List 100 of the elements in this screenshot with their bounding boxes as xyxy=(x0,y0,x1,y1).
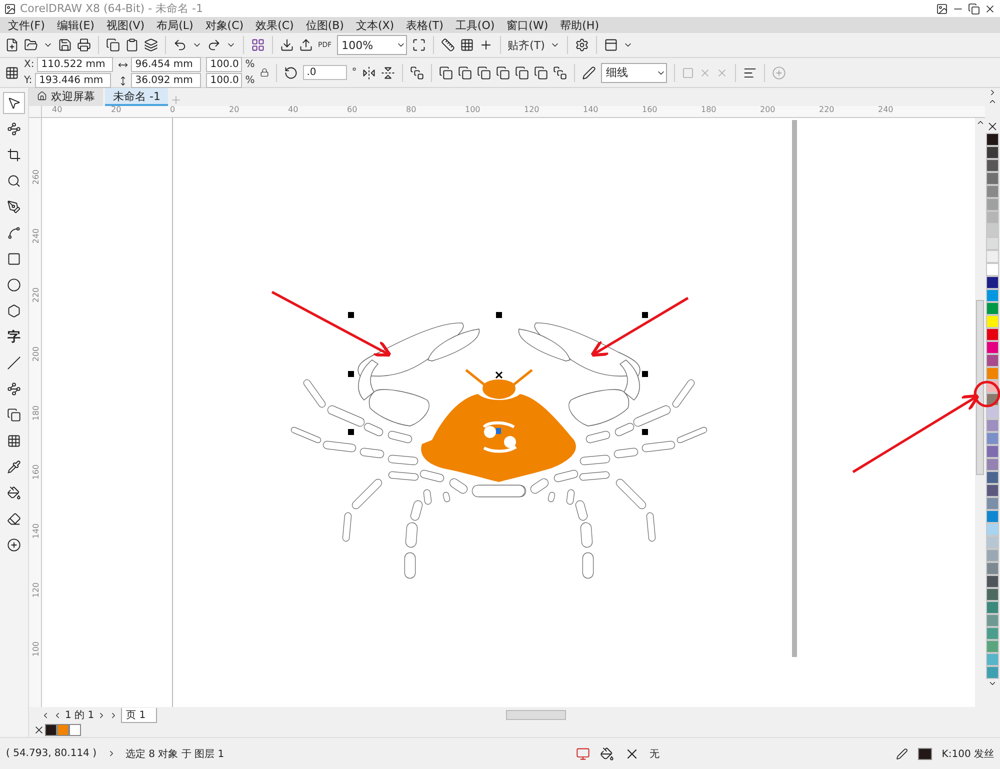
color-swatch[interactable] xyxy=(986,432,999,445)
color-swatch[interactable] xyxy=(986,627,999,640)
menu-item[interactable]: 表格(T) xyxy=(402,18,452,32)
curve-icon[interactable] xyxy=(7,226,21,240)
pointer-icon[interactable] xyxy=(7,96,21,110)
menu-item[interactable]: 文件(F) xyxy=(4,18,53,32)
rectangle-icon[interactable] xyxy=(7,252,21,266)
palette-down-icon[interactable] xyxy=(988,679,997,688)
document-tab[interactable]: 欢迎屏幕 xyxy=(29,88,103,106)
color-swatch[interactable] xyxy=(986,263,999,276)
color-swatch[interactable] xyxy=(986,354,999,367)
export-icon[interactable] xyxy=(299,38,313,52)
color-swatch[interactable] xyxy=(986,588,999,601)
close-icon[interactable] xyxy=(984,2,996,14)
no-color-icon[interactable] xyxy=(33,724,45,736)
print-icon[interactable] xyxy=(77,38,91,52)
color-swatch[interactable] xyxy=(986,445,999,458)
color-swatch[interactable] xyxy=(986,289,999,302)
save-icon[interactable] xyxy=(58,38,72,52)
outline-pen-icon[interactable] xyxy=(582,66,596,80)
selection-handle[interactable] xyxy=(642,312,648,318)
color-swatch[interactable] xyxy=(986,159,999,172)
color-swatch[interactable] xyxy=(986,575,999,588)
stacked-squares-icon[interactable] xyxy=(410,66,424,80)
monitor-icon[interactable] xyxy=(576,746,590,760)
window-icon[interactable] xyxy=(604,38,618,52)
color-swatch[interactable] xyxy=(986,198,999,211)
selection-handle[interactable] xyxy=(348,429,354,435)
color-swatch[interactable] xyxy=(986,185,999,198)
color-swatch[interactable] xyxy=(986,367,999,380)
menu-item[interactable]: 效果(C) xyxy=(252,18,302,32)
color-swatch[interactable] xyxy=(986,133,999,146)
zoom-field[interactable]: 100% xyxy=(336,35,407,55)
color-swatch[interactable] xyxy=(986,549,999,562)
scroll-thumb[interactable] xyxy=(506,710,566,720)
color-swatch[interactable] xyxy=(986,250,999,263)
search-icon[interactable] xyxy=(7,174,21,188)
width-field[interactable]: 96.454 mm xyxy=(131,57,202,72)
restore-icon[interactable] xyxy=(968,2,980,14)
eyedropper-icon[interactable] xyxy=(7,460,21,474)
align-icon[interactable] xyxy=(742,66,757,80)
folder-icon[interactable] xyxy=(24,38,38,52)
height-field[interactable]: 36.092 mm xyxy=(131,73,202,88)
new-document-icon[interactable] xyxy=(5,38,19,52)
menu-item[interactable]: 帮助(H) xyxy=(556,18,607,32)
color-swatch[interactable] xyxy=(986,666,999,679)
x-field[interactable]: 110.522 mm xyxy=(37,57,114,72)
color-swatch[interactable] xyxy=(986,523,999,536)
import-icon[interactable] xyxy=(280,38,294,52)
page-tab[interactable]: 页 1 xyxy=(121,708,157,722)
color-swatch[interactable] xyxy=(986,224,999,237)
mirror-vertical-icon[interactable] xyxy=(380,66,395,80)
color-swatch[interactable] xyxy=(986,237,999,250)
settings-icon[interactable] xyxy=(574,38,589,52)
color-swatch[interactable] xyxy=(986,510,999,523)
menu-item[interactable]: 文本(X) xyxy=(352,18,402,32)
color-swatch[interactable] xyxy=(986,484,999,497)
color-swatch[interactable] xyxy=(45,724,57,736)
color-swatch[interactable] xyxy=(986,341,999,354)
add-icon[interactable] xyxy=(7,538,21,552)
menu-item[interactable]: 视图(V) xyxy=(102,18,153,32)
first-page-icon[interactable] xyxy=(41,710,50,720)
color-swatch[interactable] xyxy=(57,724,69,736)
color-swatch[interactable] xyxy=(986,471,999,484)
outline-width-field[interactable]: 细线 xyxy=(600,62,667,82)
mirror-horizontal-icon[interactable] xyxy=(362,66,376,80)
color-swatch[interactable] xyxy=(986,276,999,289)
tool-button[interactable] xyxy=(3,92,25,114)
y-field[interactable]: 193.446 mm xyxy=(35,73,112,88)
menu-item[interactable]: 布局(L) xyxy=(152,18,202,32)
color-swatch[interactable] xyxy=(986,562,999,575)
line-icon[interactable] xyxy=(7,356,21,370)
undo-icon[interactable] xyxy=(173,38,187,52)
scale-field[interactable]: 100.0 xyxy=(206,57,242,72)
color-swatch[interactable] xyxy=(986,614,999,627)
hexagon-icon[interactable] xyxy=(7,304,21,318)
color-swatch[interactable] xyxy=(986,419,999,432)
previous-page-icon[interactable] xyxy=(53,710,62,720)
scroll-thumb[interactable] xyxy=(976,300,984,475)
center-mark[interactable] xyxy=(495,371,503,379)
menu-item[interactable]: 位图(B) xyxy=(302,18,352,32)
color-swatch[interactable] xyxy=(986,146,999,159)
menu-item[interactable]: 窗口(W) xyxy=(502,18,556,32)
menu-item[interactable]: 工具(O) xyxy=(451,18,503,32)
palette-menu-icon[interactable] xyxy=(988,88,997,97)
color-swatch[interactable] xyxy=(986,406,999,419)
color-swatch[interactable] xyxy=(986,211,999,224)
checker-icon[interactable] xyxy=(7,434,21,448)
color-swatch[interactable] xyxy=(986,172,999,185)
menu-item[interactable]: 对象(C) xyxy=(201,18,252,32)
grid-icon[interactable] xyxy=(460,38,474,52)
full-screen-icon[interactable] xyxy=(412,38,426,52)
stacked-squares-icon[interactable] xyxy=(7,408,21,422)
text-tool[interactable]: 字 xyxy=(3,326,25,348)
menu-item[interactable]: 编辑(E) xyxy=(52,18,102,32)
color-swatch[interactable] xyxy=(986,653,999,666)
color-swatch[interactable] xyxy=(986,458,999,471)
selection-handle[interactable] xyxy=(348,371,354,377)
color-swatch[interactable] xyxy=(986,601,999,614)
copy-icon[interactable] xyxy=(106,38,120,52)
